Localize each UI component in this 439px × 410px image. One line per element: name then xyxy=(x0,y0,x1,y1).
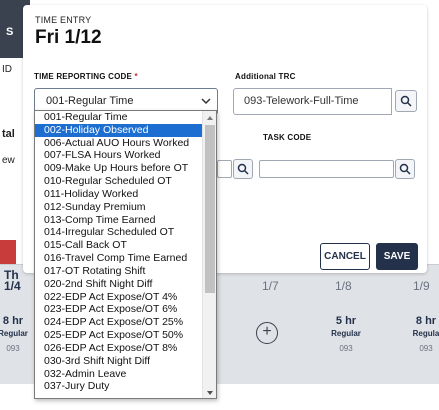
additional-trc-search-button[interactable] xyxy=(395,90,417,112)
dropdown-option[interactable]: 006-Actual AUO Hours Worked xyxy=(35,137,202,150)
additional-trc-value: 093-Telework-Full-Time xyxy=(244,95,359,107)
modal-title: Fri 1/12 xyxy=(35,27,102,48)
entry-code: 093 xyxy=(339,344,353,353)
task-code-input[interactable] xyxy=(259,160,394,178)
calendar-entry[interactable]: 8 hr Regula 093 xyxy=(399,315,439,353)
background-text: ID xyxy=(2,64,12,75)
dropdown-option[interactable]: 037-Jury Duty xyxy=(35,380,202,393)
dropdown-option[interactable]: 009-Make Up Hours before OT xyxy=(35,162,202,175)
dropdown-option[interactable]: 026-EDP Act Expose/OT 8% xyxy=(35,342,202,355)
entry-label: Regular xyxy=(331,329,361,338)
trc-select-value: 001-Regular Time xyxy=(46,95,134,107)
dropdown-option[interactable]: 007-FLSA Hours Worked xyxy=(35,149,202,162)
dropdown-options: 001-Regular Time 002-Holiday Observed 006-… xyxy=(35,111,202,393)
dropdown-option[interactable]: 014-Irregular Scheduled OT xyxy=(35,226,202,239)
dropdown-scrollbar[interactable] xyxy=(202,111,216,398)
entry-hours: 5 hr xyxy=(335,315,357,327)
trc-dropdown-list[interactable]: 001-Regular Time 002-Holiday Observed 006-… xyxy=(34,110,217,399)
scrollbar-thumb[interactable] xyxy=(205,125,215,293)
dropdown-option[interactable]: 002-Holiday Observed xyxy=(35,123,202,137)
field-input[interactable] xyxy=(217,160,232,178)
dropdown-option[interactable]: 025-EDP Act Expose/OT 50% xyxy=(35,329,202,342)
dropdown-option[interactable]: 010-Regular Scheduled OT xyxy=(35,175,202,188)
day-header: 1/7 xyxy=(262,279,279,293)
dropdown-option[interactable]: 013-Comp Time Earned xyxy=(35,214,202,227)
additional-trc-label: Additional TRC xyxy=(235,72,296,81)
day-header: 1/4 xyxy=(4,279,21,293)
scroll-up-arrow-icon[interactable] xyxy=(207,116,213,120)
dropdown-option[interactable]: 015-Call Back OT xyxy=(35,239,202,252)
day-header: 1/9 xyxy=(413,279,430,293)
background-text: ew xyxy=(2,155,15,166)
modal-subtitle: TIME ENTRY xyxy=(35,15,92,25)
dropdown-option[interactable]: 011-Holiday Worked xyxy=(35,188,202,201)
dropdown-option[interactable]: 030-3rd Shift Night Diff xyxy=(35,355,202,368)
background-red-button xyxy=(0,240,16,266)
background-text: tal xyxy=(2,128,15,140)
save-button[interactable]: SAVE xyxy=(376,243,418,270)
calendar-entry[interactable]: 5 hr Regular 093 xyxy=(319,315,373,353)
field-search-button[interactable] xyxy=(233,159,253,179)
scroll-down-arrow-icon[interactable] xyxy=(207,391,213,395)
entry-code: 093 xyxy=(419,344,433,353)
search-icon xyxy=(237,163,249,175)
search-icon xyxy=(399,163,411,175)
search-icon xyxy=(400,95,412,107)
cancel-button[interactable]: CANCEL xyxy=(320,243,370,270)
dropdown-option[interactable]: 016-Travel Comp Time Earned xyxy=(35,252,202,265)
chevron-down-icon xyxy=(201,98,211,105)
dropdown-option[interactable]: 017-OT Rotating Shift xyxy=(35,265,202,278)
additional-trc-input[interactable]: 093-Telework-Full-Time xyxy=(233,88,392,115)
entry-label: Regula xyxy=(412,329,439,338)
entry-hours: 8 hr xyxy=(415,315,437,327)
add-entry-icon[interactable]: + xyxy=(256,322,278,344)
dropdown-option[interactable]: 012-Sunday Premium xyxy=(35,201,202,214)
dropdown-option[interactable]: 032-Admin Leave xyxy=(35,368,202,381)
dropdown-option[interactable]: 001-Regular Time xyxy=(35,111,202,124)
dropdown-option[interactable]: 022-EDP Act Expose/OT 4% xyxy=(35,291,202,304)
dropdown-option[interactable]: 024-EDP Act Expose/OT 25% xyxy=(35,316,202,329)
task-code-search-button[interactable] xyxy=(395,159,415,179)
day-header: 1/8 xyxy=(335,279,352,293)
required-mark: * xyxy=(134,72,138,81)
trc-label: TIME REPORTING CODE * xyxy=(34,72,138,81)
task-code-label: TASK CODE xyxy=(263,133,312,142)
dropdown-option[interactable]: 023-EDP Act Expose/OT 6% xyxy=(35,303,202,316)
trc-label-text: TIME REPORTING CODE xyxy=(34,72,133,81)
background-tab-text: S xyxy=(6,26,14,38)
dropdown-option[interactable]: 020-2nd Shift Night Diff xyxy=(35,278,202,291)
